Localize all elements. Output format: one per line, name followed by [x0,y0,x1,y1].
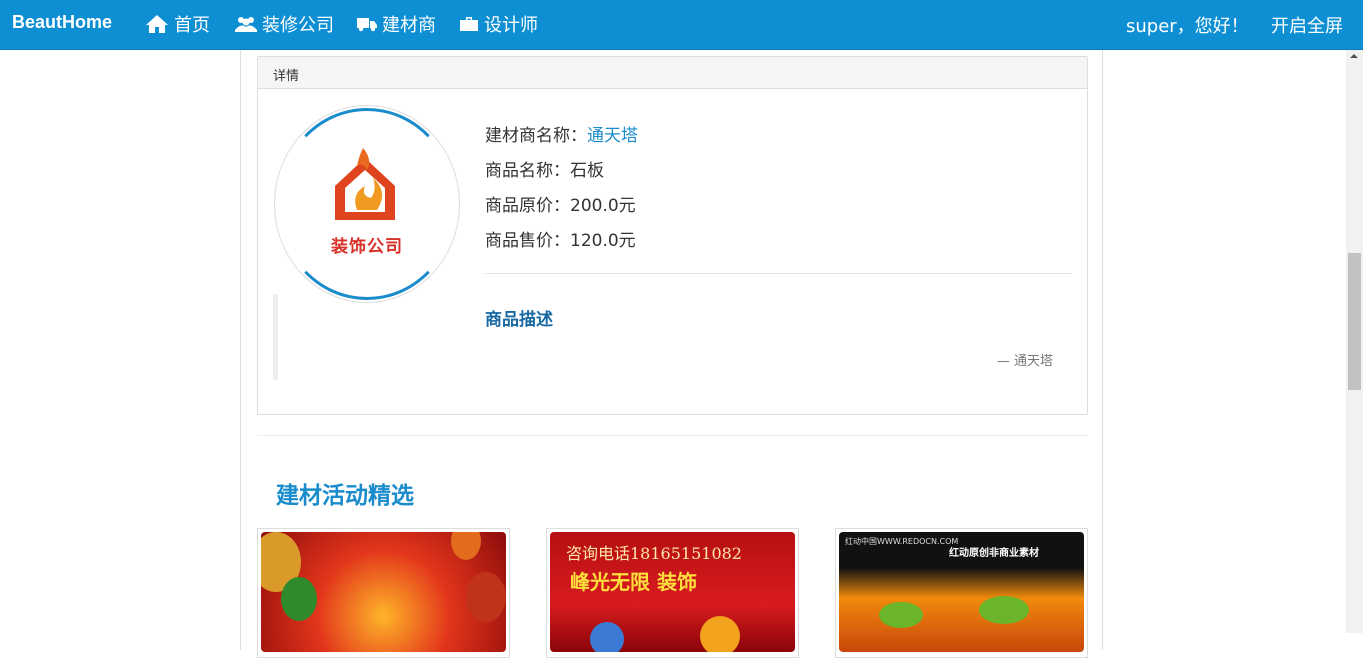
scroll-up-arrow-icon[interactable] [1350,54,1358,58]
balloon-shape [281,577,317,621]
product-name: 商品名称：石板 [485,161,604,181]
activity-watermark: 红动中国WWW.REDOCN.COM [845,537,959,546]
activity-card[interactable]: 红动中国WWW.REDOCN.COM 红动原创非商业素材 [835,528,1088,658]
activity-caption: 咨询电话18165151082 [566,544,742,563]
section-divider [257,435,1088,436]
leaf-shape [879,602,923,628]
users-icon [235,17,257,32]
original-price: 商品原价：200.0元 [485,196,636,216]
truck-icon [357,18,377,32]
section-title: 建材活动精选 [276,483,414,509]
activity-image[interactable]: 红动中国WWW.REDOCN.COM 红动原创非商业素材 [839,532,1084,652]
quote-border [273,294,278,380]
user-greeting[interactable]: super，您好！ [1126,12,1249,38]
nav-item-label: 建材商 [382,15,436,36]
seller-link[interactable]: 通天塔 [587,126,638,146]
lantern-shape [451,532,481,560]
nav-item-label: 设计师 [484,15,538,36]
lantern-shape [466,572,506,622]
house-flame-icon [335,148,395,220]
nav-item-label: 首页 [174,15,210,36]
nav-item-designers[interactable]: 设计师 [459,11,538,37]
page-scrollbar[interactable] [1346,50,1363,633]
top-navbar: BeautHome 首页 装修公司 建材商 设计师 super，您好！ 开启全屏 [0,0,1363,50]
balloon-shape [590,622,624,652]
balloon-shape [700,616,740,652]
activity-card[interactable]: 咨询电话18165151082 峰光无限 装饰 [546,528,799,658]
info-divider [485,273,1072,274]
quote-source: — 通天塔 [996,354,1053,369]
nav-item-suppliers[interactable]: 建材商 [357,11,436,37]
seller-label: 建材商名称： [485,126,587,146]
fullscreen-button[interactable]: 开启全屏 [1271,12,1343,38]
briefcase-icon [460,17,478,31]
nav-item-home[interactable]: 首页 [145,11,210,37]
detail-panel: 详情 装饰公司 建材商名称：通天塔 商品名称：石板 商品原价：200.0元 商品… [257,56,1088,415]
seller-line: 建材商名称：通天塔 [485,119,638,154]
nav-item-companies[interactable]: 装修公司 [235,11,334,37]
home-icon [146,15,168,33]
panel-heading: 详情 [258,57,1087,89]
activity-image[interactable] [261,532,506,652]
scrollbar-thumb[interactable] [1348,253,1361,390]
activity-card[interactable] [257,528,510,658]
activity-brand: 峰光无限 装饰 [570,570,697,594]
logo-text: 装饰公司 [331,237,403,257]
sale-price: 商品售价：120.0元 [485,231,636,251]
activity-image[interactable]: 咨询电话18165151082 峰光无限 装饰 [550,532,795,652]
company-logo: 装饰公司 [274,105,460,303]
nav-item-label: 装修公司 [262,15,334,36]
description-title: 商品描述 [485,310,553,330]
activity-title: 红动原创非商业素材 [949,548,1039,559]
leaf-shape [979,596,1029,624]
product-info: 建材商名称：通天塔 商品名称：石板 商品原价：200.0元 商品售价：120.0… [485,119,638,259]
main-container: 详情 装饰公司 建材商名称：通天塔 商品名称：石板 商品原价：200.0元 商品… [240,50,1103,658]
brand-logo[interactable]: BeautHome [12,12,112,33]
